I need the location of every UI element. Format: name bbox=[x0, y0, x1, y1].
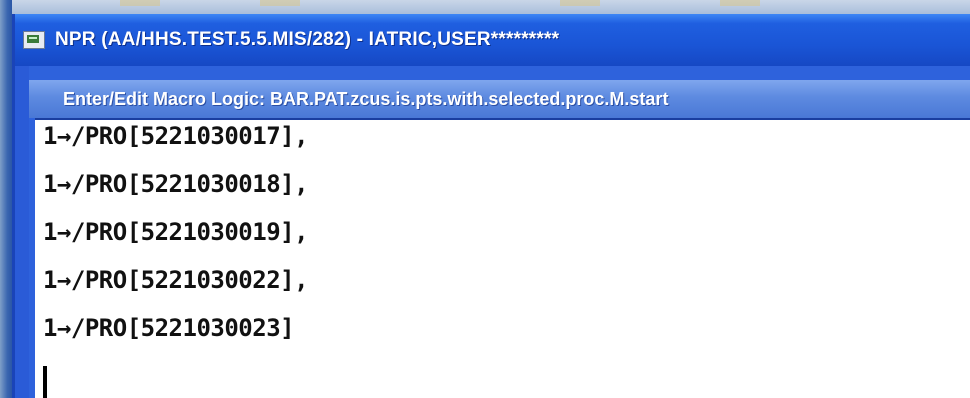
npr-window: NPR (AA/HHS.TEST.5.5.MIS/282) - IATRIC,U… bbox=[12, 14, 970, 398]
code-line[interactable]: 1→/PRO[5221030023] bbox=[43, 314, 295, 350]
macro-logic-dialog: Enter/Edit Macro Logic: BAR.PAT.zcus.is.… bbox=[29, 66, 970, 398]
dialog-title: Enter/Edit Macro Logic: BAR.PAT.zcus.is.… bbox=[63, 88, 669, 109]
background-glyph bbox=[1, 236, 11, 246]
background-glyph bbox=[1, 88, 11, 98]
text-cursor bbox=[43, 366, 47, 398]
window-title: NPR (AA/HHS.TEST.5.5.MIS/282) - IATRIC,U… bbox=[55, 29, 560, 50]
dialog-titlebar[interactable]: Enter/Edit Macro Logic: BAR.PAT.zcus.is.… bbox=[29, 80, 970, 118]
terminal-app-icon[interactable] bbox=[23, 31, 45, 49]
desktop-decoration bbox=[720, 0, 760, 6]
code-line[interactable]: 1→/PRO[5221030019], bbox=[43, 218, 309, 254]
macro-logic-editor[interactable]: 1→/PRO[5221030017], 1→/PRO[5221030018], … bbox=[35, 118, 970, 398]
screen: NPR (AA/HHS.TEST.5.5.MIS/282) - IATRIC,U… bbox=[0, 0, 970, 398]
desktop-background bbox=[0, 0, 970, 14]
desktop-decoration bbox=[560, 0, 600, 6]
code-line[interactable]: 1→/PRO[5221030018], bbox=[43, 170, 309, 206]
code-line[interactable]: 1→/PRO[5221030022], bbox=[43, 266, 309, 302]
background-window-edge bbox=[0, 0, 12, 398]
window-titlebar[interactable]: NPR (AA/HHS.TEST.5.5.MIS/282) - IATRIC,U… bbox=[15, 14, 970, 66]
code-line[interactable]: 1→/PRO[5221030017], bbox=[43, 122, 309, 158]
desktop-decoration bbox=[260, 0, 300, 6]
desktop-decoration bbox=[120, 0, 160, 6]
